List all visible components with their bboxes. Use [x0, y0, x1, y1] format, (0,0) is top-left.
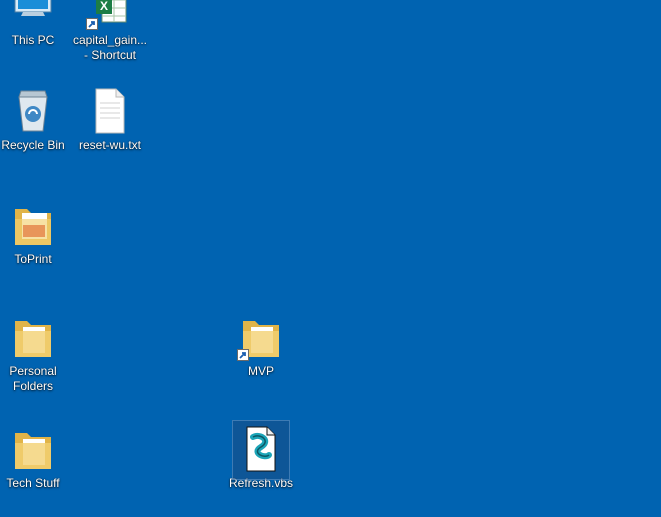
desktop-icon-label: capital_gain... - Shortcut	[72, 33, 148, 62]
folder-pdf-icon	[9, 201, 57, 249]
desktop-icon-reset-wu-txt[interactable]: reset-wu.txt	[72, 87, 148, 153]
desktop-icon-toprint[interactable]: ToPrint	[0, 201, 71, 267]
excel-icon: X	[86, 0, 134, 30]
desktop-icon-label: This PC	[11, 33, 55, 47]
text-file-icon	[86, 87, 134, 135]
folder-icon	[9, 313, 57, 361]
folder-icon	[9, 425, 57, 473]
desktop-icon-this-pc[interactable]: This PC	[0, 0, 71, 48]
desktop-icon-label: MVP	[247, 364, 274, 378]
desktop[interactable]: This PC X capital_gain... - Shortcut Rec…	[0, 0, 661, 517]
desktop-icon-capital-gains-shortcut[interactable]: X capital_gain... - Shortcut	[72, 0, 148, 63]
desktop-icon-label: ToPrint	[14, 252, 52, 266]
desktop-icon-label: Personal Folders	[9, 364, 57, 393]
monitor-icon	[9, 0, 57, 30]
desktop-icon-refresh-vbs[interactable]: Refresh.vbs	[223, 420, 299, 491]
desktop-icon-tech-stuff[interactable]: Tech Stuff	[0, 425, 71, 491]
desktop-icon-label: Tech Stuff	[6, 476, 60, 490]
desktop-icon-label: reset-wu.txt	[78, 138, 141, 152]
folder-icon	[237, 313, 285, 361]
desktop-icon-personal-folders[interactable]: Personal Folders	[0, 313, 71, 394]
shortcut-arrow-icon	[86, 18, 98, 30]
svg-text:X: X	[100, 0, 108, 13]
desktop-icon-recycle-bin[interactable]: Recycle Bin	[0, 87, 71, 153]
shortcut-arrow-icon	[237, 349, 249, 361]
desktop-icon-mvp[interactable]: MVP	[223, 313, 299, 379]
recycle-bin-icon	[9, 87, 57, 135]
desktop-icon-label: Recycle Bin	[1, 138, 65, 152]
vbscript-file-icon	[232, 420, 290, 480]
